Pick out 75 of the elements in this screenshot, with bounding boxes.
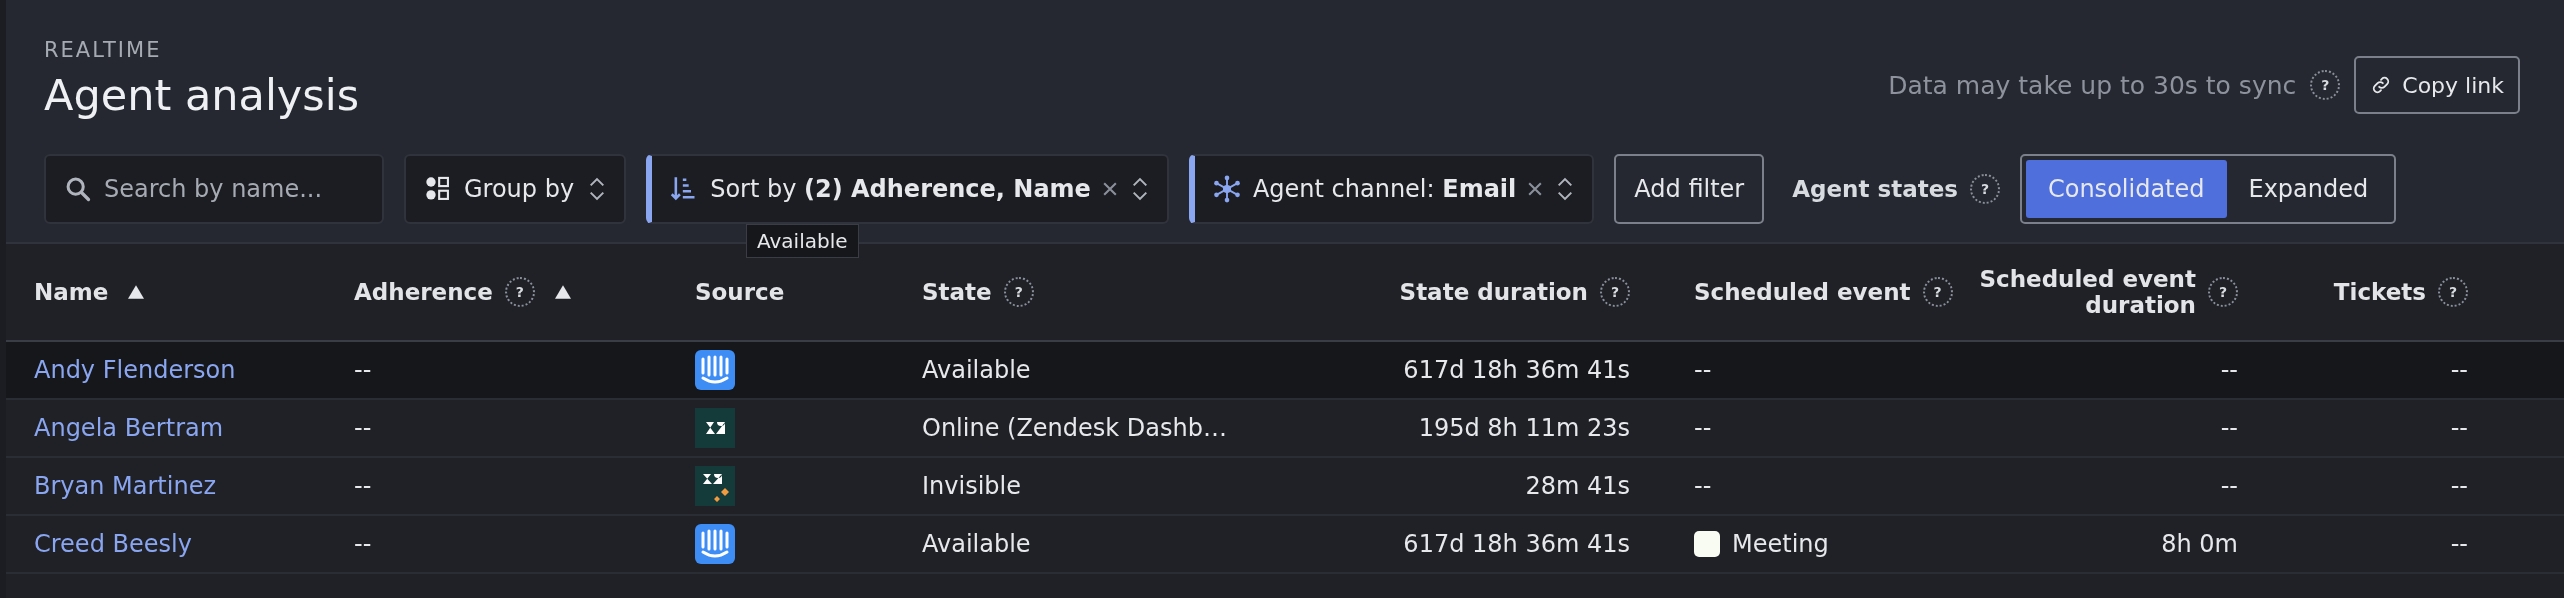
group-icon [424,175,452,203]
table-row[interactable]: Bryan Martinez -- Invisible 28m 41s -- -- -- [6,458,2564,516]
table-row[interactable]: Andy Flenderson -- Available 617d 18h 36m 41s -- -- -- [6,342,2564,400]
help-icon[interactable]: ? [1600,277,1630,307]
table-cell: Online (Zendesk Dashb… [922,414,1227,442]
table-cell: -- [1694,356,1712,384]
clear-icon[interactable] [1102,182,1117,196]
agent-name-link[interactable]: Andy Flenderson [34,356,236,384]
table-cell: -- [2220,414,2238,442]
toggle-option[interactable]: Expanded [2226,160,2391,218]
network-icon [1212,175,1241,203]
page-eyebrow: REALTIME [44,38,163,62]
table-cell: -- [354,414,372,442]
help-icon[interactable]: ? [2438,277,2468,307]
table-cell: Invisible [922,472,1021,500]
table-row[interactable]: Creed Beesly -- Available 617d 18h 36m 41s Meeting 8h 0m -- [6,516,2564,574]
table-cell: 617d 18h 36m 41s [1403,530,1630,558]
table-cell: -- [2450,530,2468,558]
table-cell: Meeting [1732,530,1829,558]
table-cell: -- [2220,472,2238,500]
chat-app-icon [695,524,735,564]
table-cell: -- [2450,356,2468,384]
column-header[interactable]: Scheduled event [1694,279,1911,305]
sort-button[interactable]: Sort by (2) Adherence, Name [646,154,1169,224]
clear-icon[interactable] [1528,182,1543,196]
search-field[interactable]: Search by name... [104,175,364,203]
sync-note: Data may take up to 30s to sync [1888,70,2297,100]
search-box[interactable]: Search by name... [44,154,384,224]
column-header[interactable]: Tickets [2333,279,2426,305]
search-icon [64,175,92,203]
agent-name-link[interactable]: Creed Beesly [34,530,192,558]
table-cell: -- [2450,472,2468,500]
agent-name-link[interactable]: Bryan Martinez [34,472,216,500]
table-cell: 195d 8h 11m 23s [1418,414,1630,442]
chevron-updown-icon [1130,175,1149,203]
sort-ascending-icon[interactable] [554,285,571,299]
table-cell: -- [2220,356,2238,384]
column-header[interactable]: Adherence [354,279,493,305]
page-title: Agent analysis [44,70,360,120]
column-header[interactable]: Scheduled event duration [1966,266,2196,318]
add-filter-button[interactable]: Add filter [1614,154,1765,224]
sort-ascending-icon[interactable] [128,285,145,299]
toggle-option[interactable]: Consolidated [2025,160,2227,218]
help-icon[interactable]: ? [1922,277,1953,307]
tooltip: Available [746,224,859,258]
help-icon[interactable]: ? [504,277,535,307]
table-cell: -- [1694,472,1712,500]
column-header[interactable]: Source [695,279,785,305]
column-header[interactable]: Name [34,279,109,305]
table-cell: -- [354,530,372,558]
table-row[interactable]: Angela Bertram -- Online (Zendesk Dashb… 195d 8h 11m 23s -- -- -- [6,400,2564,458]
table-cell: 617d 18h 36m 41s [1403,356,1630,384]
agent-states-label: Agent states [1792,176,1958,202]
table-cell: 28m 41s [1525,472,1630,500]
column-header[interactable]: State duration [1399,279,1588,305]
chat-app-icon [695,350,735,390]
help-icon[interactable]: ? [1003,277,1034,307]
chevron-updown-icon [588,175,607,203]
table-cell: Available [922,530,1031,558]
copy-link-button[interactable]: Copy link [2354,56,2520,114]
channel-filter-button[interactable]: Agent channel: Email [1188,154,1595,224]
column-header[interactable]: State [922,279,992,305]
table-cell: 8h 0m [2161,530,2238,558]
help-icon[interactable]: ? [1969,174,2000,204]
table-cell: -- [2450,414,2468,442]
table-cell: -- [1694,414,1712,442]
help-icon[interactable]: ? [2208,277,2238,307]
agent-name-link[interactable]: Angela Bertram [34,414,224,442]
table-cell: -- [354,356,372,384]
table-cell: -- [354,472,372,500]
help-icon[interactable]: ? [2310,70,2341,100]
chevron-updown-icon [1556,175,1575,203]
z-logo-icon [695,408,735,448]
table-cell: Available [922,356,1031,384]
group-by-button[interactable]: Group by [404,154,627,224]
